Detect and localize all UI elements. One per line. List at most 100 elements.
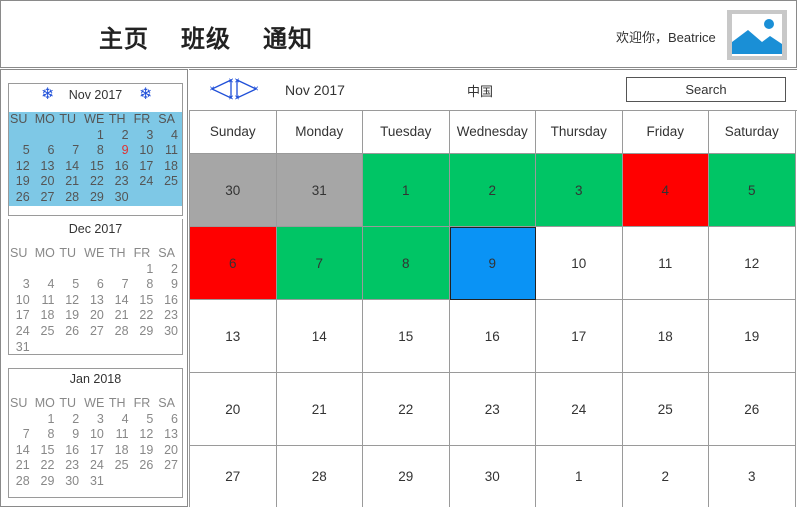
day-cell[interactable]: 27 [190, 446, 277, 507]
day-cell[interactable]: 25 [622, 373, 709, 446]
mini-day[interactable]: 29 [133, 324, 158, 340]
mini-day[interactable]: 29 [83, 190, 108, 206]
triangle-left-icon[interactable]: ✕ ✕ ✕ [209, 78, 233, 100]
day-cell[interactable]: 19 [709, 300, 796, 373]
mini-day[interactable]: 26 [133, 458, 158, 474]
mini-day[interactable]: 23 [58, 458, 83, 474]
mini-day[interactable]: 29 [34, 474, 59, 490]
mini-day[interactable]: 28 [108, 324, 133, 340]
day-cell[interactable]: 29 [363, 446, 450, 507]
mini-day[interactable]: 4 [157, 128, 182, 144]
mini-day[interactable]: 21 [108, 308, 133, 324]
mini-day[interactable]: 12 [9, 159, 34, 175]
mini-day[interactable]: 12 [133, 427, 158, 443]
mini-day[interactable]: 5 [9, 143, 34, 159]
mini-day[interactable]: 30 [108, 190, 133, 206]
day-cell[interactable]: 3 [536, 154, 623, 227]
day-cell[interactable]: 16 [449, 300, 536, 373]
mini-day[interactable]: 8 [133, 277, 158, 293]
day-cell[interactable]: 4 [622, 154, 709, 227]
mini-day[interactable]: 26 [9, 190, 34, 206]
snowflake-next-icon[interactable]: ❄ [139, 86, 152, 104]
day-cell[interactable]: 6 [190, 227, 277, 300]
mini-day[interactable]: 17 [83, 443, 108, 459]
mini-day[interactable]: 1 [83, 128, 108, 144]
mini-day[interactable]: 19 [9, 174, 34, 190]
mini-day[interactable]: 22 [133, 308, 158, 324]
mini-day[interactable]: 25 [34, 324, 59, 340]
day-cell[interactable]: 23 [449, 373, 536, 446]
day-cell[interactable]: 30 [190, 154, 277, 227]
mini-day[interactable]: 6 [34, 143, 59, 159]
day-cell[interactable]: 24 [536, 373, 623, 446]
selected-day-cell[interactable]: 9 [449, 227, 536, 300]
mini-day[interactable]: 14 [9, 443, 34, 459]
day-cell[interactable]: 20 [190, 373, 277, 446]
mini-day[interactable]: 28 [58, 190, 83, 206]
day-cell[interactable]: 22 [363, 373, 450, 446]
mini-day[interactable]: 9 [108, 143, 133, 159]
country-label[interactable]: 中国 [467, 81, 493, 100]
mini-day[interactable]: 9 [58, 427, 83, 443]
mini-day[interactable]: 4 [108, 412, 133, 428]
mini-day[interactable]: 17 [9, 308, 34, 324]
mini-day[interactable]: 8 [83, 143, 108, 159]
day-cell[interactable]: 11 [622, 227, 709, 300]
mini-day[interactable]: 10 [83, 427, 108, 443]
mini-day[interactable]: 27 [83, 324, 108, 340]
mini-day[interactable]: 1 [133, 262, 158, 278]
mini-day[interactable]: 10 [9, 293, 34, 309]
mini-day[interactable]: 11 [34, 293, 59, 309]
mini-day[interactable]: 15 [34, 443, 59, 459]
mini-day[interactable]: 21 [58, 174, 83, 190]
mini-day[interactable]: 24 [9, 324, 34, 340]
mini-day[interactable]: 30 [58, 474, 83, 490]
mini-day[interactable]: 19 [133, 443, 158, 459]
mini-day[interactable]: 7 [58, 143, 83, 159]
mini-day[interactable]: 23 [108, 174, 133, 190]
mini-day[interactable]: 27 [157, 458, 182, 474]
mini-day[interactable]: 9 [157, 277, 182, 293]
mini-day[interactable]: 14 [108, 293, 133, 309]
mini-day[interactable]: 6 [157, 412, 182, 428]
mini-day[interactable]: 3 [9, 277, 34, 293]
triangle-right-icon[interactable]: ✕ ✕ ✕ [235, 78, 259, 100]
nav-notifications[interactable]: 通知 [263, 19, 313, 54]
day-cell[interactable]: 31 [276, 154, 363, 227]
mini-day[interactable]: 27 [34, 190, 59, 206]
mini-day[interactable]: 3 [133, 128, 158, 144]
day-cell[interactable]: 28 [277, 446, 363, 507]
day-cell[interactable]: 26 [709, 373, 796, 446]
mini-day[interactable]: 16 [108, 159, 133, 175]
mini-day[interactable]: 31 [9, 340, 34, 356]
mini-day[interactable]: 23 [157, 308, 182, 324]
mini-day[interactable]: 26 [58, 324, 83, 340]
mini-day[interactable]: 2 [108, 128, 133, 144]
mini-day[interactable]: 18 [157, 159, 182, 175]
mini-day[interactable]: 21 [9, 458, 34, 474]
mini-day[interactable]: 12 [58, 293, 83, 309]
mini-day[interactable]: 7 [9, 427, 34, 443]
mini-day[interactable]: 15 [133, 293, 158, 309]
mini-day[interactable]: 8 [34, 427, 59, 443]
avatar[interactable] [727, 10, 787, 60]
mini-day[interactable]: 17 [133, 159, 158, 175]
day-cell[interactable]: 8 [363, 227, 450, 300]
day-cell[interactable]: 13 [190, 300, 277, 373]
nav-home[interactable]: 主页 [99, 19, 149, 54]
mini-day[interactable]: 20 [83, 308, 108, 324]
mini-day[interactable]: 3 [83, 412, 108, 428]
day-cell[interactable]: 14 [276, 300, 363, 373]
day-cell[interactable]: 2 [623, 446, 709, 507]
mini-day[interactable]: 15 [83, 159, 108, 175]
mini-day[interactable]: 24 [133, 174, 158, 190]
mini-day[interactable]: 2 [157, 262, 182, 278]
mini-day[interactable]: 18 [34, 308, 59, 324]
mini-day[interactable]: 5 [133, 412, 158, 428]
mini-day[interactable]: 28 [9, 474, 34, 490]
mini-day[interactable]: 11 [157, 143, 182, 159]
mini-day[interactable]: 11 [108, 427, 133, 443]
mini-day[interactable]: 1 [34, 412, 59, 428]
mini-day[interactable]: 22 [83, 174, 108, 190]
mini-day[interactable]: 5 [58, 277, 83, 293]
